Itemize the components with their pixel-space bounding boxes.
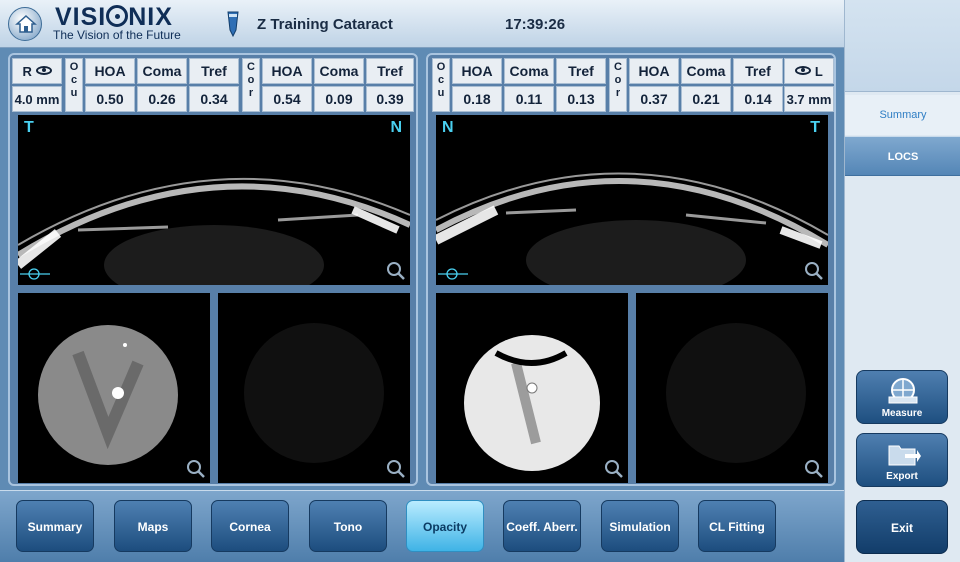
tab-cornea[interactable]: Cornea	[211, 500, 289, 552]
export-folder-icon	[888, 445, 921, 466]
tab-summary[interactable]: Summary	[16, 500, 94, 552]
home-icon	[15, 14, 37, 33]
right-sidebar: Summary LOCS Measure Export Exit	[844, 0, 960, 562]
sidebar-tab-summary[interactable]: Summary	[845, 95, 960, 135]
zoom-icon[interactable]	[386, 459, 406, 479]
eye-icon	[35, 66, 52, 75]
corneal-tref-value: 0.14	[733, 86, 783, 112]
patient-name: Z Training Cataract	[257, 16, 393, 33]
right-eye-values: R 4.0 mm Ocu HOA Coma Tref 0.50 0.26 0.3…	[10, 58, 416, 116]
ocular-hoa-header: HOA	[452, 58, 502, 84]
right-pupil-size: 4.0 mm	[12, 86, 62, 112]
exit-button[interactable]: Exit	[856, 500, 948, 554]
tab-coeff-aberr[interactable]: Coeff. Aberr.	[503, 500, 581, 552]
corneal-hoa-header: HOA	[629, 58, 679, 84]
corneal-coma-value: 0.21	[681, 86, 731, 112]
corneal-label: Cor	[242, 58, 260, 112]
left-pupil-size: 3.7 mm	[784, 86, 834, 112]
corneal-coma-value: 0.09	[314, 86, 364, 112]
tab-simulation[interactable]: Simulation	[601, 500, 679, 552]
ocular-coma-header: Coma	[504, 58, 554, 84]
tab-maps[interactable]: Maps	[114, 500, 192, 552]
left-eye-indicator: L	[784, 58, 834, 84]
header-bar: VISI NIX The Vision of the Future Z Train…	[0, 0, 844, 48]
scheimpflug-section-graphic	[436, 172, 828, 285]
edit-patient-icon[interactable]	[224, 10, 242, 38]
scheimpflug-section-graphic	[18, 177, 410, 285]
ocular-hoa-value: 0.18	[452, 86, 502, 112]
tab-opacity[interactable]: Opacity	[406, 500, 484, 552]
brand-tagline: The Vision of the Future	[53, 28, 181, 42]
tab-tono[interactable]: Tono	[309, 500, 387, 552]
corneal-coma-header: Coma	[681, 58, 731, 84]
corneal-label: Cor	[609, 58, 627, 112]
logo-eye-icon	[106, 5, 129, 27]
axis-icon	[438, 268, 468, 280]
zoom-icon[interactable]	[604, 459, 624, 479]
corneal-coma-header: Coma	[314, 58, 364, 84]
left-retro-illumination-image[interactable]	[436, 293, 628, 483]
right-opacity-map-image[interactable]	[218, 293, 410, 483]
home-button[interactable]	[8, 7, 42, 41]
axis-icon	[20, 268, 50, 280]
clock: 17:39:26	[505, 16, 566, 33]
eye-icon	[795, 66, 812, 75]
measure-button[interactable]: Measure	[856, 370, 948, 424]
opacity-map-graphic	[666, 323, 806, 463]
left-image-dir-right: T	[810, 119, 820, 136]
left-eye-values: Ocu HOA Coma Tref 0.18 0.11 0.13 Cor HOA…	[428, 58, 834, 116]
measure-icon	[888, 378, 918, 404]
ocular-tref-value: 0.34	[189, 86, 239, 112]
zoom-icon[interactable]	[804, 459, 824, 479]
right-image-dir-left: T	[24, 119, 34, 136]
sidebar-tab-locs[interactable]: LOCS	[845, 136, 960, 176]
ocular-tref-value: 0.13	[556, 86, 606, 112]
corneal-hoa-header: HOA	[262, 58, 312, 84]
right-retro-illumination-image[interactable]	[18, 293, 210, 483]
corneal-hoa-value: 0.37	[629, 86, 679, 112]
ocular-hoa-value: 0.50	[85, 86, 135, 112]
right-eye-indicator: R	[12, 58, 62, 84]
right-scheimpflug-image[interactable]: T N	[18, 115, 410, 285]
left-opacity-map-image[interactable]	[636, 293, 828, 483]
zoom-icon[interactable]	[804, 261, 824, 281]
right-image-dir-right: N	[390, 119, 402, 136]
corneal-tref-header: Tref	[366, 58, 414, 84]
corneal-hoa-value: 0.54	[262, 86, 312, 112]
left-eye-panel: Ocu HOA Coma Tref 0.18 0.11 0.13 Cor HOA…	[426, 53, 836, 486]
ocular-tref-header: Tref	[556, 58, 606, 84]
ocular-tref-header: Tref	[189, 58, 239, 84]
zoom-icon[interactable]	[186, 459, 206, 479]
ocular-label: Ocu	[65, 58, 83, 112]
ocular-coma-header: Coma	[137, 58, 187, 84]
ocular-coma-value: 0.11	[504, 86, 554, 112]
bottom-tab-bar: Summary Maps Cornea Tono Opacity Coeff. …	[0, 490, 844, 562]
export-button[interactable]: Export	[856, 433, 948, 487]
retro-illumination-graphic	[464, 335, 600, 471]
corneal-tref-value: 0.39	[366, 86, 414, 112]
sidebar-header	[845, 0, 960, 92]
ocular-coma-value: 0.26	[137, 86, 187, 112]
left-scheimpflug-image[interactable]: N T	[436, 115, 828, 285]
left-image-dir-left: N	[442, 119, 454, 136]
right-eye-panel: R 4.0 mm Ocu HOA Coma Tref 0.50 0.26 0.3…	[8, 53, 418, 486]
opacity-map-graphic	[244, 323, 384, 463]
ocular-hoa-header: HOA	[85, 58, 135, 84]
zoom-icon[interactable]	[386, 261, 406, 281]
ocular-label: Ocu	[432, 58, 450, 112]
tab-cl-fitting[interactable]: CL Fitting	[698, 500, 776, 552]
retro-illumination-graphic	[38, 325, 178, 465]
corneal-tref-header: Tref	[733, 58, 783, 84]
